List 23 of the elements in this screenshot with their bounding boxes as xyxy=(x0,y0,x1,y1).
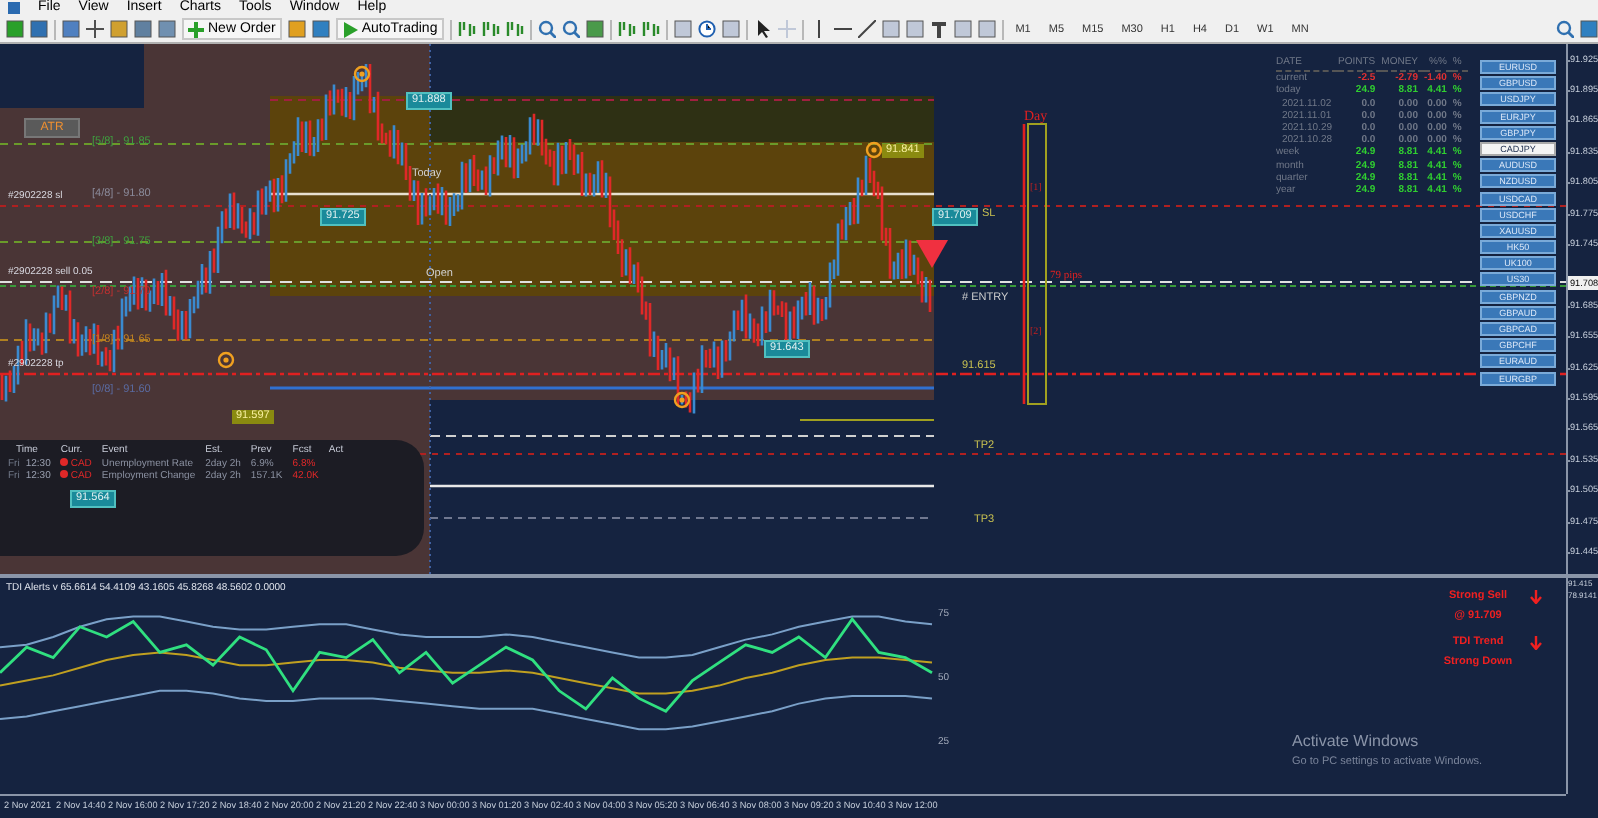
target-marker-icon xyxy=(353,65,371,83)
bar-chart-icon[interactable] xyxy=(617,20,636,38)
trend-line-icon[interactable] xyxy=(857,20,876,38)
down-arrow-icon xyxy=(1530,636,1542,650)
target-marker-icon xyxy=(673,391,691,409)
text-icon[interactable] xyxy=(929,20,948,38)
zoom-in-icon[interactable] xyxy=(537,20,556,38)
zoom-out-icon[interactable] xyxy=(561,20,580,38)
target-marker-icon xyxy=(217,351,235,369)
cursor-icon[interactable] xyxy=(753,20,772,38)
bar-chart-icon[interactable] xyxy=(481,20,500,38)
play-icon xyxy=(341,21,358,37)
bar-chart-icon[interactable] xyxy=(457,20,476,38)
search-icon[interactable] xyxy=(1556,20,1574,38)
down-arrow-icon xyxy=(1530,590,1542,604)
bar-chart-icon[interactable] xyxy=(641,20,660,38)
bar-chart-icon[interactable] xyxy=(505,20,524,38)
activation-title: Activate Windows xyxy=(1292,732,1419,750)
target-marker-icon xyxy=(865,141,883,159)
crosshair-icon[interactable] xyxy=(86,20,104,38)
clock-icon[interactable] xyxy=(697,20,716,38)
down-arrow-icon xyxy=(916,240,948,268)
plus-icon xyxy=(188,21,204,37)
